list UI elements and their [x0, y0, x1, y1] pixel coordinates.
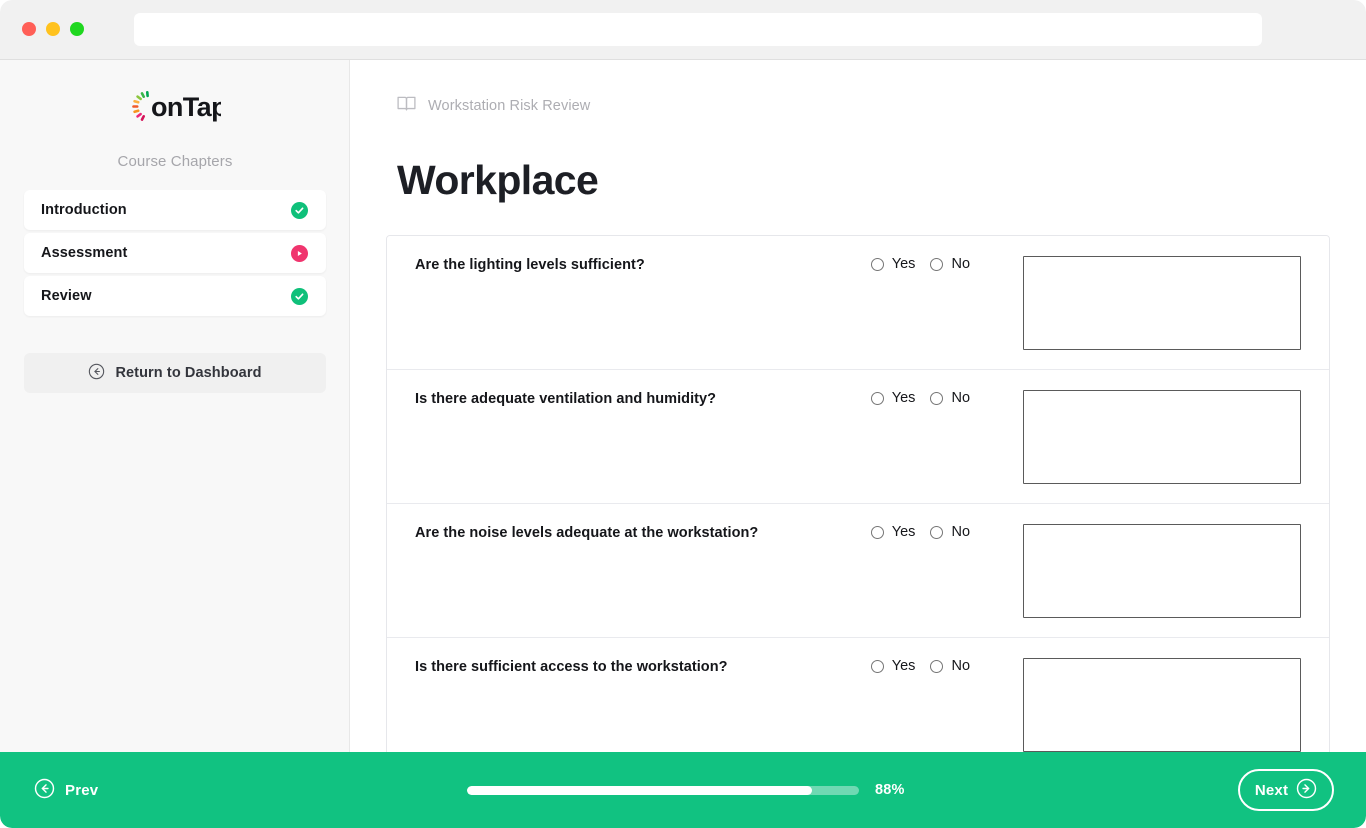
answer-radio-group: Yes No [871, 390, 982, 406]
radio-no[interactable] [930, 391, 944, 405]
address-bar[interactable] [134, 13, 1262, 46]
progress-percent-label: 88% [875, 782, 905, 798]
radio-yes-text: Yes [891, 390, 916, 406]
radio-yes-text: Yes [891, 524, 916, 540]
progress-track [467, 785, 859, 795]
radio-no[interactable] [930, 257, 944, 271]
check-circle-icon [291, 287, 308, 305]
radio-yes-text: Yes [891, 658, 916, 674]
return-to-dashboard-label: Return to Dashboard [115, 365, 262, 381]
question-note-input[interactable] [1023, 390, 1301, 484]
chapter-label: Introduction [41, 202, 127, 218]
main-content: Workstation Risk Review Workplace Are th… [351, 60, 1366, 828]
arrow-right-circle-icon [1296, 778, 1317, 802]
answer-radio-group: Yes No [871, 524, 982, 540]
radio-no-label[interactable]: No [930, 256, 970, 272]
radio-no-text: No [951, 658, 971, 674]
radio-yes-label[interactable]: Yes [871, 658, 915, 674]
question-note-input[interactable] [1023, 256, 1301, 350]
question-row: Are the noise levels adequate at the wor… [387, 504, 1329, 638]
radio-no-text: No [951, 524, 971, 540]
next-button-label: Next [1254, 781, 1289, 799]
maximize-window-button[interactable] [70, 22, 84, 36]
course-progress: 88% [467, 782, 905, 798]
question-text: Is there adequate ventilation and humidi… [415, 391, 717, 407]
radio-yes-label[interactable]: Yes [871, 524, 915, 540]
progress-fill [467, 785, 812, 795]
radio-no-text: No [951, 390, 971, 406]
breadcrumb-label: Workstation Risk Review [428, 98, 591, 114]
answer-radio-group: Yes No [871, 658, 982, 674]
question-row: Is there adequate ventilation and humidi… [387, 370, 1329, 504]
prev-button[interactable]: Prev [28, 777, 104, 803]
radio-yes[interactable] [871, 659, 884, 673]
radio-no-text: No [951, 256, 971, 272]
play-circle-icon [291, 244, 308, 262]
radio-no[interactable] [930, 659, 944, 673]
sidebar-item-introduction[interactable]: Introduction [24, 190, 326, 230]
question-note-input[interactable] [1023, 524, 1301, 618]
radio-yes-text: Yes [891, 256, 916, 272]
minimize-window-button[interactable] [46, 22, 60, 36]
question-text: Are the lighting levels sufficient? [415, 257, 645, 273]
window-controls [22, 22, 84, 36]
question-text: Is there sufficient access to the workst… [415, 659, 728, 675]
sidebar: onTap Course Chapters Introduction Asses… [0, 60, 350, 828]
radio-no-label[interactable]: No [930, 524, 970, 540]
question-note-input[interactable] [1023, 658, 1301, 752]
browser-titlebar [0, 0, 1366, 60]
return-to-dashboard-button[interactable]: Return to Dashboard [24, 353, 326, 393]
radio-yes[interactable] [871, 391, 884, 405]
course-navigation-footer: Prev 88% Next [0, 752, 1366, 828]
svg-text:onTap: onTap [151, 92, 221, 122]
close-window-button[interactable] [22, 22, 36, 36]
course-chapters-heading: Course Chapters [117, 153, 233, 170]
radio-no-label[interactable]: No [930, 390, 970, 406]
radio-no-label[interactable]: No [930, 658, 970, 674]
radio-no[interactable] [930, 525, 944, 539]
prev-button-label: Prev [65, 781, 99, 799]
radio-yes[interactable] [871, 525, 884, 539]
radio-yes[interactable] [871, 257, 884, 271]
sidebar-item-review[interactable]: Review [24, 276, 326, 316]
page-viewport: onTap Course Chapters Introduction Asses… [0, 60, 1366, 828]
chapter-label: Assessment [41, 245, 128, 261]
chapter-label: Review [41, 288, 92, 304]
book-icon [396, 93, 417, 119]
next-button[interactable]: Next [1238, 769, 1334, 811]
check-circle-icon [291, 201, 308, 219]
radio-yes-label[interactable]: Yes [871, 256, 915, 272]
browser-window: onTap Course Chapters Introduction Asses… [0, 0, 1366, 828]
page-title: Workplace [397, 157, 599, 203]
ontap-logo: onTap [0, 86, 350, 132]
answer-radio-group: Yes No [871, 256, 982, 272]
breadcrumb: Workstation Risk Review [396, 93, 590, 119]
arrow-left-circle-icon [88, 363, 105, 383]
question-text: Are the noise levels adequate at the wor… [415, 525, 759, 541]
radio-yes-label[interactable]: Yes [871, 390, 915, 406]
question-row: Are the lighting levels sufficient? Yes … [387, 236, 1329, 370]
sidebar-item-assessment[interactable]: Assessment [24, 233, 326, 273]
arrow-left-circle-icon [34, 778, 55, 802]
questions-card: Are the lighting levels sufficient? Yes … [386, 235, 1330, 773]
